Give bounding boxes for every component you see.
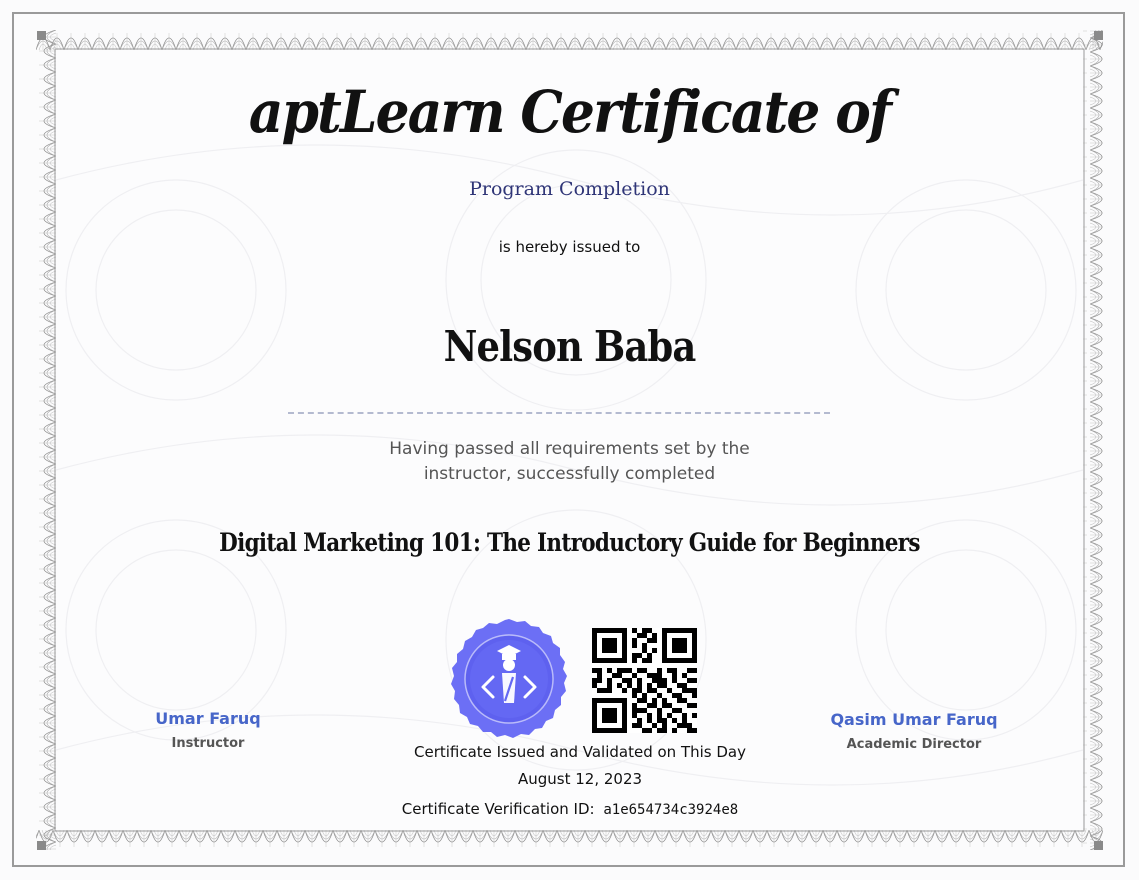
verification-row: Certificate Verification ID: a1e654734c3…: [380, 800, 760, 818]
graduate-code-badge-icon: [451, 619, 567, 738]
verification-id: a1e654734c3924e8: [603, 802, 739, 818]
course-name: Digital Marketing 101: The Introductory …: [219, 528, 920, 557]
corner-mark: [1094, 841, 1103, 850]
certificate-page: aptLearn Certificate of Program Completi…: [0, 0, 1139, 880]
signatory-name: Umar Faruq: [155, 709, 261, 728]
corner-mark: [37, 31, 46, 40]
certificate-subtitle: Program Completion: [469, 178, 670, 200]
name-underline-divider: [288, 412, 830, 414]
verification-label: Certificate Verification ID:: [401, 800, 595, 818]
qr-code-icon: [592, 628, 697, 733]
issued-to-label: is hereby issued to: [498, 238, 641, 256]
signatory-academic-director: Qasim Umar Faruq Academic Director: [794, 710, 1034, 752]
completion-statement-line-1: Having passed all requirements set by th…: [389, 439, 750, 459]
certificate-title: aptLearn Certificate of: [248, 78, 892, 146]
recipient-name: Nelson Baba: [443, 322, 697, 371]
corner-mark: [1094, 31, 1103, 40]
signatory-instructor: Umar Faruq Instructor: [88, 709, 328, 751]
completion-statement: Having passed all requirements set by th…: [0, 437, 1139, 487]
signatory-role: Academic Director: [846, 737, 982, 752]
corner-mark: [37, 841, 46, 850]
issue-date: August 12, 2023: [517, 770, 643, 788]
issued-validated-label: Certificate Issued and Validated on This…: [414, 743, 746, 761]
completion-statement-line-2: instructor, successfully completed: [423, 464, 716, 484]
signatory-role: Instructor: [171, 736, 245, 751]
signatory-name: Qasim Umar Faruq: [830, 710, 998, 729]
